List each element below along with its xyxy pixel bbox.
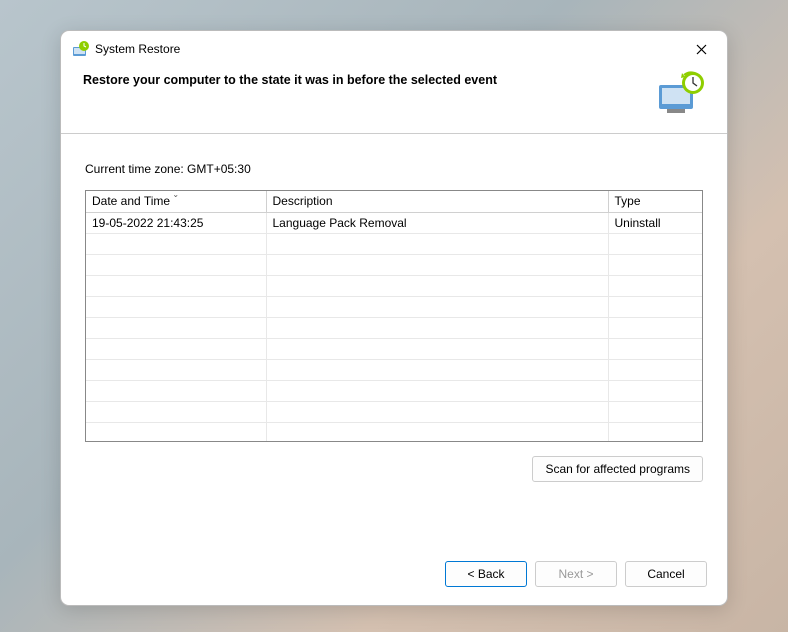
cell-description (266, 401, 608, 422)
restore-points-table[interactable]: Date and Time ⌄ Description Type 19-05-2… (85, 190, 703, 442)
wizard-footer: < Back Next > Cancel (61, 547, 727, 605)
cell-description: Language Pack Removal (266, 212, 608, 233)
cell-date (86, 296, 266, 317)
cell-type (608, 296, 702, 317)
cell-description (266, 233, 608, 254)
close-icon (696, 44, 707, 55)
system-restore-icon (73, 41, 89, 57)
scan-row: Scan for affected programs (85, 456, 703, 482)
content-area: Current time zone: GMT+05:30 Date and Ti… (61, 134, 727, 547)
cell-description (266, 317, 608, 338)
cell-type (608, 359, 702, 380)
table-row (86, 422, 702, 442)
cell-description (266, 359, 608, 380)
cell-description (266, 296, 608, 317)
table-row (86, 233, 702, 254)
cell-type (608, 233, 702, 254)
cell-type (608, 317, 702, 338)
restore-large-icon (657, 71, 705, 115)
cell-type (608, 254, 702, 275)
cell-date (86, 233, 266, 254)
cell-date (86, 254, 266, 275)
table-row (86, 275, 702, 296)
column-description[interactable]: Description (266, 191, 608, 212)
cell-description (266, 254, 608, 275)
page-heading: Restore your computer to the state it wa… (83, 71, 645, 87)
window-title: System Restore (95, 42, 687, 56)
wizard-header: Restore your computer to the state it wa… (61, 63, 727, 134)
table-row (86, 401, 702, 422)
next-button[interactable]: Next > (535, 561, 617, 587)
cancel-button[interactable]: Cancel (625, 561, 707, 587)
cell-description (266, 338, 608, 359)
cell-description (266, 380, 608, 401)
column-date-time[interactable]: Date and Time ⌄ (86, 191, 266, 212)
cell-date: 19-05-2022 21:43:25 (86, 212, 266, 233)
cell-type: Uninstall (608, 212, 702, 233)
cell-type (608, 422, 702, 442)
cell-date (86, 317, 266, 338)
table-row (86, 254, 702, 275)
cell-type (608, 275, 702, 296)
cell-type (608, 380, 702, 401)
cell-date (86, 422, 266, 442)
table-row[interactable]: 19-05-2022 21:43:25Language Pack Removal… (86, 212, 702, 233)
sort-desc-icon: ⌄ (172, 190, 179, 199)
cell-date (86, 359, 266, 380)
column-date-label: Date and Time (92, 194, 170, 208)
table-header-row: Date and Time ⌄ Description Type (86, 191, 702, 212)
cell-description (266, 422, 608, 442)
system-restore-window: System Restore Restore your computer to … (60, 30, 728, 606)
cell-date (86, 401, 266, 422)
cell-date (86, 380, 266, 401)
back-button[interactable]: < Back (445, 561, 527, 587)
titlebar: System Restore (61, 31, 727, 63)
column-type[interactable]: Type (608, 191, 702, 212)
cell-date (86, 275, 266, 296)
cell-type (608, 401, 702, 422)
cell-description (266, 275, 608, 296)
scan-affected-programs-button[interactable]: Scan for affected programs (532, 456, 703, 482)
table-row (86, 338, 702, 359)
table-row (86, 359, 702, 380)
table-row (86, 380, 702, 401)
table-row (86, 296, 702, 317)
close-button[interactable] (687, 38, 715, 60)
cell-date (86, 338, 266, 359)
timezone-label: Current time zone: GMT+05:30 (85, 162, 703, 176)
table-row (86, 317, 702, 338)
cell-type (608, 338, 702, 359)
